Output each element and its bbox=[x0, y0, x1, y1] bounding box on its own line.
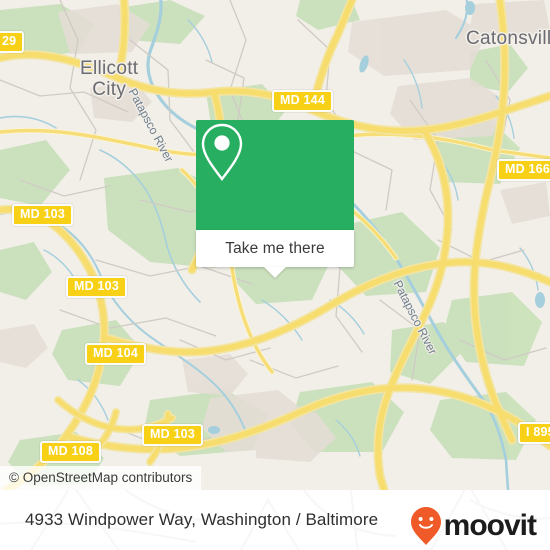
moovit-map-share-card: Ellicott City Catonsville Patapsco River… bbox=[0, 0, 550, 550]
shield-us-29[interactable]: 29 bbox=[0, 31, 25, 53]
callout-cta[interactable]: Take me there bbox=[196, 230, 354, 267]
shield-i-895[interactable]: I 895 bbox=[518, 422, 550, 444]
smiling-pin-icon bbox=[410, 507, 441, 545]
callout-pointer-tail bbox=[264, 267, 286, 278]
shield-md-104[interactable]: MD 104 bbox=[85, 343, 146, 365]
shield-md-166[interactable]: MD 166 bbox=[497, 159, 550, 181]
moovit-wordmark: moovit bbox=[443, 509, 537, 542]
shield-md-103-b[interactable]: MD 103 bbox=[66, 276, 127, 298]
map-pin-icon bbox=[201, 123, 243, 181]
location-callout-card[interactable]: Take me there bbox=[196, 120, 354, 278]
callout-cta-label: Take me there bbox=[225, 239, 325, 257]
shield-md-144[interactable]: MD 144 bbox=[272, 90, 333, 112]
map-attribution[interactable]: © OpenStreetMap contributors bbox=[0, 466, 202, 490]
shield-md-103-a[interactable]: MD 103 bbox=[12, 204, 73, 226]
map-canvas[interactable]: Ellicott City Catonsville Patapsco River… bbox=[0, 0, 550, 490]
shield-md-108[interactable]: MD 108 bbox=[40, 441, 101, 463]
callout-icon-area bbox=[196, 120, 354, 230]
address-label: 4933 Windpower Way, Washington / Baltimo… bbox=[25, 510, 379, 529]
shield-md-103-c[interactable]: MD 103 bbox=[142, 424, 203, 446]
bottom-info-bar: 4933 Windpower Way, Washington / Baltimo… bbox=[0, 490, 550, 550]
moovit-brand-logo[interactable]: moovit bbox=[409, 506, 537, 546]
